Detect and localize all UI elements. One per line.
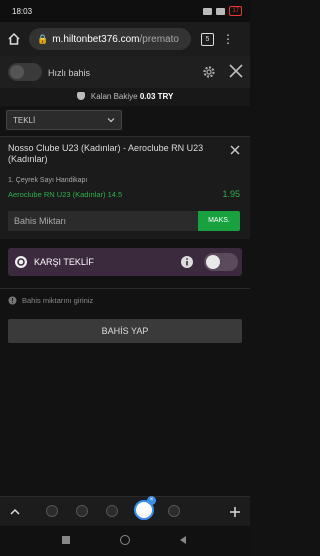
close-tab-icon[interactable]: × bbox=[147, 496, 156, 505]
shortcut-icon[interactable] bbox=[168, 505, 180, 517]
betslip-header: Hızlı bahis bbox=[0, 56, 250, 89]
stake-warning: Bahis miktarını giriniz bbox=[8, 296, 93, 305]
close-icon[interactable] bbox=[228, 63, 244, 79]
counter-offer-toggle[interactable] bbox=[204, 253, 238, 271]
wifi-icon bbox=[216, 7, 226, 15]
bet-card: Nosso Clube U23 (Kadınlar) - Aeroclube R… bbox=[0, 136, 250, 239]
status-icons: 17 bbox=[203, 6, 242, 16]
bottom-toolbar: × bbox=[0, 496, 250, 527]
counter-offer-label: KARŞI TEKLİF bbox=[34, 257, 94, 267]
warning-text: Bahis miktarını giriniz bbox=[22, 296, 94, 305]
status-time: 18:03 bbox=[12, 7, 33, 16]
quick-bet-label: Hızlı bahis bbox=[48, 68, 91, 78]
remove-bet-icon[interactable] bbox=[230, 145, 240, 155]
chevron-down-icon bbox=[107, 118, 115, 123]
bet-type-selected: TEKLİ bbox=[13, 116, 36, 125]
market-name: 1. Çeyrek Sayı Handikapı bbox=[8, 177, 88, 184]
plus-icon[interactable] bbox=[228, 505, 242, 519]
system-nav-bar bbox=[0, 526, 250, 556]
shortcut-icon[interactable] bbox=[46, 505, 58, 517]
recents-icon[interactable] bbox=[62, 536, 70, 544]
chevron-up-icon[interactable] bbox=[8, 505, 22, 519]
active-tab-icon[interactable]: × bbox=[134, 496, 156, 520]
url-text: m.hiltonbet376.com/premato bbox=[52, 33, 179, 45]
home-icon[interactable] bbox=[7, 32, 21, 46]
browser-toolbar: 🔒 m.hiltonbet376.com/premato 5 ⋮ bbox=[0, 22, 250, 56]
counter-offer-icon bbox=[15, 256, 27, 268]
bet-type-dropdown[interactable]: TEKLİ bbox=[6, 110, 122, 130]
alert-icon bbox=[8, 296, 17, 305]
divider bbox=[0, 288, 250, 289]
max-stake-button[interactable]: MAKS. bbox=[198, 211, 240, 231]
gear-icon[interactable] bbox=[202, 65, 216, 79]
status-bar: 18:03 17 bbox=[0, 0, 250, 22]
signal-icon bbox=[203, 7, 213, 15]
selection-name: Aeroclube RN U23 (Kadınlar) 14.5 bbox=[8, 190, 123, 199]
match-title: Nosso Clube U23 (Kadınlar) - Aeroclube R… bbox=[8, 143, 204, 164]
wallet-icon bbox=[76, 92, 85, 100]
more-menu-icon[interactable]: ⋮ bbox=[222, 33, 234, 45]
battery-icon: 17 bbox=[229, 6, 242, 16]
shortcut-icon[interactable] bbox=[76, 505, 88, 517]
info-icon[interactable] bbox=[180, 255, 194, 269]
url-bar[interactable]: 🔒 m.hiltonbet376.com/premato bbox=[29, 28, 191, 50]
odds-value: 1.95 bbox=[222, 189, 240, 199]
stake-input[interactable] bbox=[8, 211, 198, 231]
place-bet-button[interactable]: BAHİS YAP bbox=[8, 319, 242, 343]
balance-value: 0.03 TRY bbox=[139, 92, 174, 101]
tab-switcher-button[interactable]: 5 bbox=[201, 32, 214, 46]
shortcut-icon[interactable] bbox=[106, 505, 118, 517]
lock-icon: 🔒 bbox=[37, 33, 49, 44]
back-icon[interactable] bbox=[178, 535, 188, 545]
counter-offer-row: KARŞI TEKLİF bbox=[8, 248, 242, 276]
balance-bar: Kalan Bakiye 0.03 TRY bbox=[0, 88, 250, 106]
home-nav-icon[interactable] bbox=[120, 535, 130, 545]
balance-label: Kalan Bakiye bbox=[90, 92, 138, 101]
quick-bet-toggle[interactable] bbox=[8, 63, 42, 81]
